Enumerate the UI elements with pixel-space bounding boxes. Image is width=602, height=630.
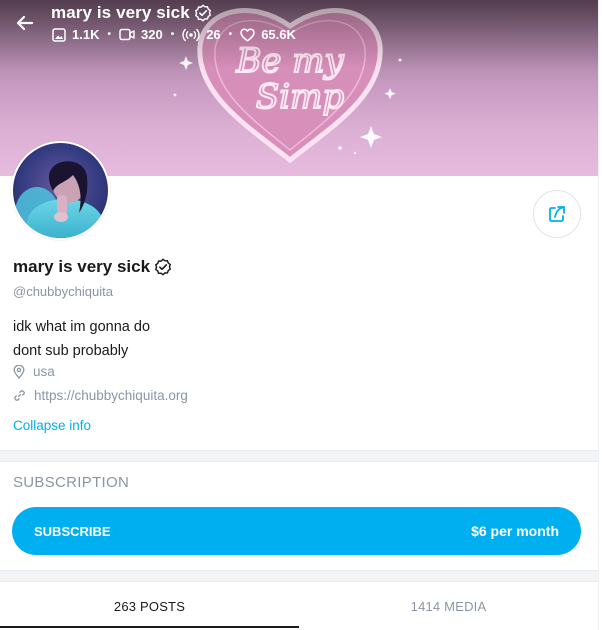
stat-videos: 320: [119, 27, 163, 42]
subscription-heading: SUBSCRIPTION: [13, 474, 130, 491]
profile-username: @chubbychiquita: [13, 284, 113, 299]
stat-separator: •: [170, 28, 175, 40]
content-tabs: 263 POSTS 1414 MEDIA: [0, 582, 598, 630]
bio-line: idk what im gonna do: [13, 319, 151, 335]
header-name: mary is very sick: [51, 3, 190, 22]
page-right-edge: [598, 0, 602, 630]
subscribe-label: SUBSCRIBE: [34, 523, 111, 539]
stat-likes: 65.6K: [240, 27, 296, 42]
collapse-info-link[interactable]: Collapse info: [13, 418, 91, 433]
profile-website: https://chubbychiquita.org: [13, 388, 188, 403]
bio-line: dont sub probably: [13, 343, 129, 359]
stat-separator: •: [228, 28, 233, 40]
profile-bio: idk what im gonna do dont sub probably: [13, 315, 150, 363]
header-stats: 1.1K • 320 • 26 • 65.6K: [52, 27, 296, 42]
header-title: mary is very sick: [51, 3, 212, 23]
section-divider: [0, 570, 598, 582]
video-icon: [119, 28, 135, 41]
photo-icon: [52, 27, 66, 42]
avatar-photo: [13, 143, 108, 238]
tab-posts[interactable]: 263 POSTS: [0, 582, 299, 630]
profile-name-text: mary is very sick: [13, 257, 151, 276]
stat-separator: •: [107, 28, 111, 40]
profile-location: usa: [13, 364, 55, 379]
location-icon: [13, 364, 25, 379]
avatar[interactable]: [11, 141, 110, 240]
website-link[interactable]: https://chubbychiquita.org: [34, 388, 188, 403]
back-button[interactable]: [12, 10, 38, 36]
back-arrow-icon: [16, 15, 34, 31]
heart-icon: [240, 27, 255, 42]
stat-streams: 26: [182, 27, 221, 42]
section-divider: [0, 450, 598, 462]
share-button[interactable]: [533, 190, 581, 238]
verified-icon: [155, 258, 172, 276]
subscribe-button[interactable]: SUBSCRIBE $6 per month: [12, 507, 581, 555]
stat-videos-count: 320: [140, 27, 163, 42]
profile-name: mary is very sick: [13, 257, 172, 277]
stat-streams-count: 26: [206, 27, 221, 42]
stat-likes-count: 65.6K: [261, 27, 296, 42]
stat-photos-count: 1.1K: [72, 27, 100, 42]
share-icon: [549, 206, 565, 222]
subscribe-price: $6 per month: [471, 523, 559, 539]
tab-media[interactable]: 1414 MEDIA: [299, 582, 598, 630]
verified-icon: [194, 4, 211, 22]
link-icon: [14, 390, 25, 401]
location-text: usa: [33, 364, 55, 379]
stream-icon: [182, 28, 200, 41]
cover-text-line2: Simp: [256, 77, 344, 117]
stat-photos: 1.1K: [52, 27, 99, 42]
